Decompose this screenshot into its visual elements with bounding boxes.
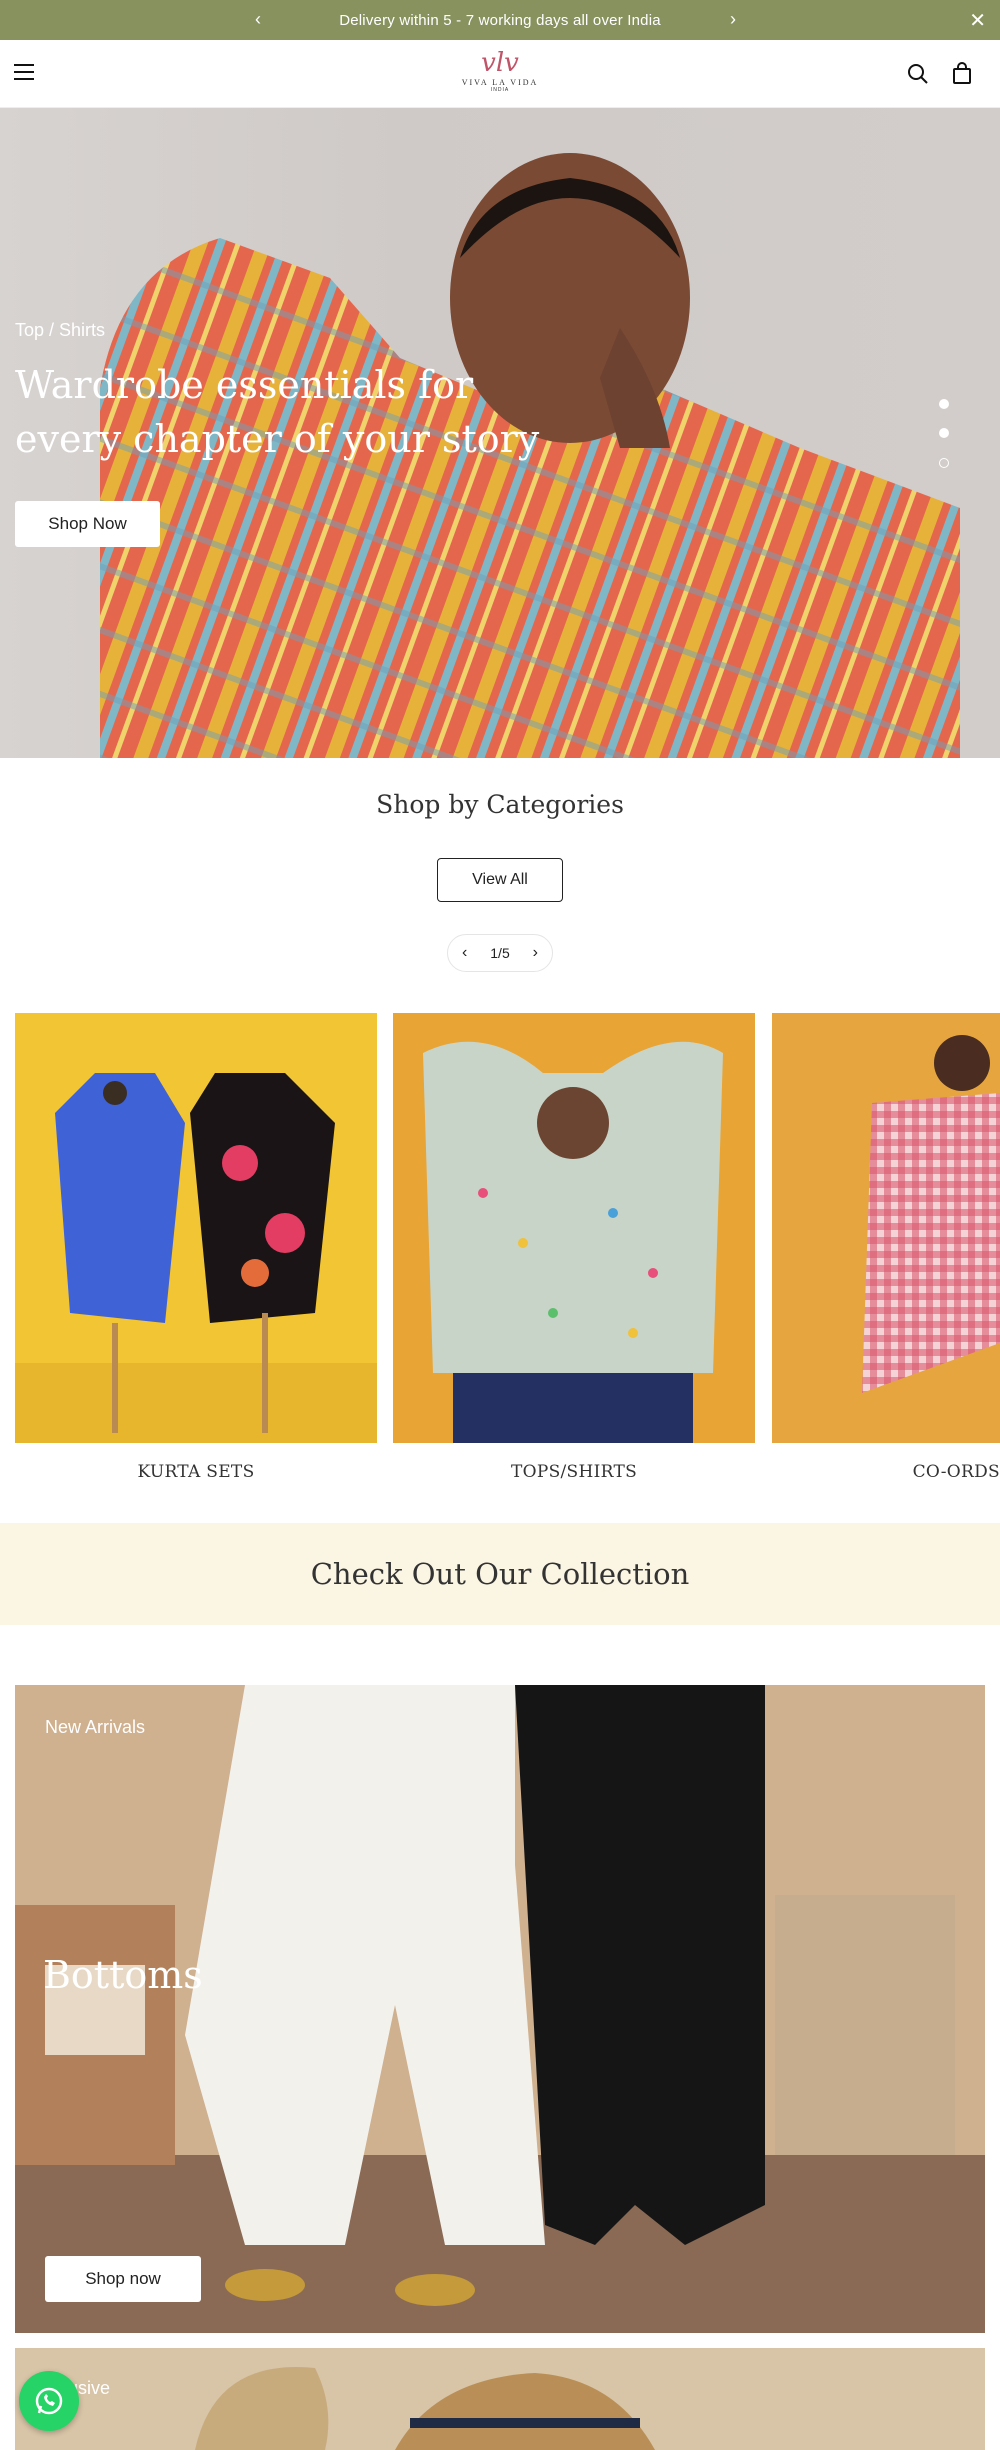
close-icon[interactable]: ✕ xyxy=(969,8,986,33)
pager-count: 1/5 xyxy=(490,945,510,961)
menu-icon[interactable] xyxy=(14,64,34,80)
logo-mark: vlv xyxy=(481,48,519,78)
logo-sub: INDIA xyxy=(490,87,510,93)
hero-slider: Top / Shirts Wardrobe essentials for eve… xyxy=(0,108,1000,758)
chevron-left-icon[interactable]: ‹ xyxy=(255,9,261,29)
tops-shirts-image xyxy=(393,1013,755,1443)
hero-title: Wardrobe essentials for every chapter of… xyxy=(15,363,540,461)
co-ords-image xyxy=(772,1013,1000,1443)
category-card-tops-shirts[interactable] xyxy=(393,1013,755,1443)
collection-banner: Check Out Our Collection xyxy=(0,1523,1000,1625)
logo[interactable]: vlv VIVA LA VIDA INDIA xyxy=(447,50,553,100)
exclusive-image xyxy=(15,2348,985,2450)
bottoms-image xyxy=(15,1685,985,2333)
slide-dot-3[interactable] xyxy=(939,458,949,468)
promo-tag: New Arrivals xyxy=(45,1717,146,1737)
logo-name: VIVA LA VIDA xyxy=(461,78,539,87)
whatsapp-chat-button[interactable] xyxy=(19,2371,79,2431)
category-label[interactable]: TOPS/SHIRTS xyxy=(393,1462,755,1482)
category-label[interactable]: KURTA SETS xyxy=(15,1462,377,1482)
view-all-button[interactable]: View All xyxy=(437,858,563,902)
chevron-left-icon[interactable]: ‹ xyxy=(462,944,467,962)
chevron-right-icon[interactable]: › xyxy=(730,9,736,29)
bag-icon[interactable] xyxy=(950,62,974,86)
category-card-co-ords[interactable] xyxy=(772,1013,1000,1443)
category-label[interactable]: CO-ORDS xyxy=(772,1462,1000,1482)
categories-title: Shop by Categories xyxy=(376,790,624,819)
hero-shop-now-button[interactable]: Shop Now xyxy=(15,501,160,547)
slide-dot-2[interactable] xyxy=(939,428,949,438)
slide-dot-1[interactable] xyxy=(939,399,949,409)
site-header: vlv VIVA LA VIDA INDIA xyxy=(0,40,1000,108)
hero-breadcrumb: Top / Shirts xyxy=(15,320,106,340)
promo-bottoms[interactable]: New Arrivals Bottoms Shop now xyxy=(15,1685,985,2333)
collection-title: Check Out Our Collection xyxy=(310,1557,690,1591)
search-icon[interactable] xyxy=(906,62,930,86)
promo-title: Bottoms xyxy=(43,1953,203,1997)
kurta-sets-image xyxy=(15,1013,377,1443)
announcement-bar: ‹ Delivery within 5 - 7 working days all… xyxy=(0,0,1000,40)
chevron-right-icon[interactable]: › xyxy=(533,944,538,962)
category-pager: ‹ 1/5 › xyxy=(447,934,553,972)
promo-exclusive[interactable]: usive xyxy=(15,2348,985,2450)
promo-shop-now-button[interactable]: Shop now xyxy=(45,2256,201,2302)
category-card-kurta-sets[interactable] xyxy=(15,1013,377,1443)
announcement-text: Delivery within 5 - 7 working days all o… xyxy=(339,11,661,29)
whatsapp-icon xyxy=(35,2387,63,2415)
